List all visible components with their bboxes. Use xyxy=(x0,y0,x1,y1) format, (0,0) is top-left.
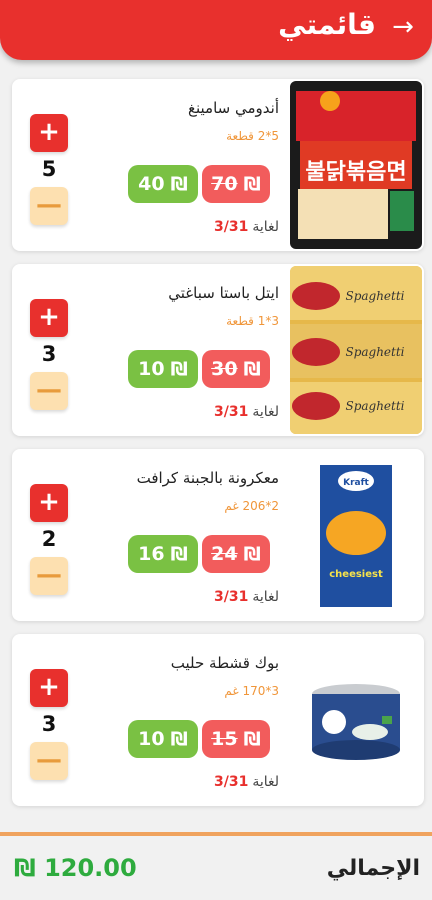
quantity-count: 3 xyxy=(41,342,57,366)
increase-quantity-button[interactable]: + xyxy=(30,484,68,522)
until-label: لغاية xyxy=(252,219,279,235)
svg-text:Spaghetti: Spaghetti xyxy=(345,399,404,413)
old-price-badge: 24 ₪ xyxy=(202,535,270,573)
increase-quantity-button[interactable]: + xyxy=(30,299,68,337)
until-label: لغاية xyxy=(252,589,279,605)
new-price-badge: 10 ₪ xyxy=(128,350,198,388)
quantity-count: 3 xyxy=(41,712,57,736)
until-date: 3/31 xyxy=(213,589,249,605)
shekel-icon: ₪ xyxy=(14,854,36,882)
product-name: أندومي سامينغ xyxy=(188,99,279,117)
quantity-count: 5 xyxy=(41,157,57,181)
product-card: بوك قشطة حليب 3*170 غم 15 ₪ 10 ₪ لغاية3/… xyxy=(12,634,424,806)
shekel-icon: ₪ xyxy=(243,543,261,565)
shekel-icon: ₪ xyxy=(170,173,188,195)
total-amount: ₪ 120.00 xyxy=(14,854,137,882)
until-label: لغاية xyxy=(252,404,279,420)
shekel-icon: ₪ xyxy=(243,173,261,195)
svg-text:Spaghetti: Spaghetti xyxy=(345,289,404,303)
product-name: ايتل باستا سباغتي xyxy=(168,284,279,302)
new-price-badge: 10 ₪ xyxy=(128,720,198,758)
total-bar: الإجمالي ₪ 120.00 xyxy=(0,836,432,900)
product-quantity: 2*206 غم xyxy=(224,499,279,513)
mac-cheese-box-image: Kraft cheesiest xyxy=(290,451,422,619)
until-label: لغاية xyxy=(252,774,279,790)
cream-can-image xyxy=(290,636,422,804)
product-quantity: 5*2 قطعة xyxy=(226,129,279,143)
new-price-badge: 16 ₪ xyxy=(128,535,198,573)
decrease-quantity-button[interactable]: — xyxy=(30,742,68,780)
old-price-value: 15 xyxy=(211,728,238,750)
until-date: 3/31 xyxy=(213,219,249,235)
offer-until: لغاية3/31 xyxy=(214,774,279,790)
new-price-value: 40 xyxy=(138,173,165,195)
svg-text:cheesiest: cheesiest xyxy=(329,569,383,580)
shekel-icon: ₪ xyxy=(170,543,188,565)
product-card: Kraft cheesiest معكرونة بالجبنة كرافت 2*… xyxy=(12,449,424,621)
header-bar: → قائمتي xyxy=(0,0,432,60)
product-quantity: 3*1 قطعة xyxy=(226,314,279,328)
old-price-badge: 30 ₪ xyxy=(202,350,270,388)
svg-text:불닭볶음면: 불닭볶음면 xyxy=(305,160,406,185)
product-card: Spaghetti Spaghetti Spaghetti ايتل باستا… xyxy=(12,264,424,436)
total-label: الإجمالي xyxy=(326,856,420,881)
increase-quantity-button[interactable]: + xyxy=(30,669,68,707)
noodles-pack-image: 불닭볶음면 xyxy=(290,81,422,249)
old-price-value: 24 xyxy=(211,543,238,565)
shekel-icon: ₪ xyxy=(170,358,188,380)
total-value: 120.00 xyxy=(44,854,137,882)
svg-text:Kraft: Kraft xyxy=(343,478,369,488)
offer-until: لغاية3/31 xyxy=(214,219,279,235)
until-date: 3/31 xyxy=(213,404,249,420)
offer-until: لغاية3/31 xyxy=(214,404,279,420)
old-price-value: 70 xyxy=(211,173,238,195)
shekel-icon: ₪ xyxy=(170,728,188,750)
shekel-icon: ₪ xyxy=(243,358,261,380)
product-card: 불닭볶음면 أندومي سامينغ 5*2 قطعة 70 ₪ 40 ₪ ل… xyxy=(12,79,424,251)
product-name: بوك قشطة حليب xyxy=(170,654,279,672)
new-price-value: 10 xyxy=(138,358,165,380)
product-name: معكرونة بالجبنة كرافت xyxy=(136,469,279,487)
old-price-value: 30 xyxy=(211,358,238,380)
until-date: 3/31 xyxy=(213,774,249,790)
old-price-badge: 70 ₪ xyxy=(202,165,270,203)
spaghetti-pack-image: Spaghetti Spaghetti Spaghetti xyxy=(290,266,422,434)
shekel-icon: ₪ xyxy=(243,728,261,750)
svg-text:Spaghetti: Spaghetti xyxy=(345,345,404,359)
decrease-quantity-button[interactable]: — xyxy=(30,557,68,595)
new-price-value: 16 xyxy=(138,543,165,565)
new-price-value: 10 xyxy=(138,728,165,750)
page-title: قائمتي xyxy=(278,8,376,41)
decrease-quantity-button[interactable]: — xyxy=(30,372,68,410)
increase-quantity-button[interactable]: + xyxy=(30,114,68,152)
decrease-quantity-button[interactable]: — xyxy=(30,187,68,225)
back-arrow-icon[interactable]: → xyxy=(388,12,418,42)
product-quantity: 3*170 غم xyxy=(224,684,279,698)
new-price-badge: 40 ₪ xyxy=(128,165,198,203)
offer-until: لغاية3/31 xyxy=(214,589,279,605)
quantity-count: 2 xyxy=(41,527,57,551)
old-price-badge: 15 ₪ xyxy=(202,720,270,758)
